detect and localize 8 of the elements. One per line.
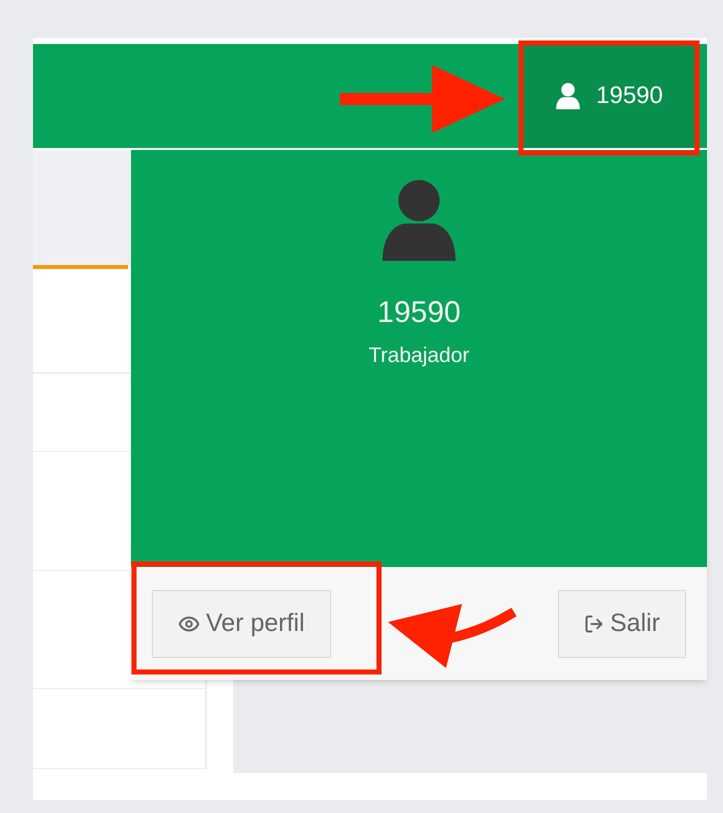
logout-button[interactable]: Salir [558,590,686,658]
user-name: 19590 [377,298,461,328]
user-role: Trabajador [368,343,470,369]
profile-button[interactable]: Ver perfil [152,590,331,658]
user-icon [554,82,582,110]
arrow-icon [340,65,505,133]
logout-icon [584,614,604,634]
curved-arrow-icon [388,604,517,668]
